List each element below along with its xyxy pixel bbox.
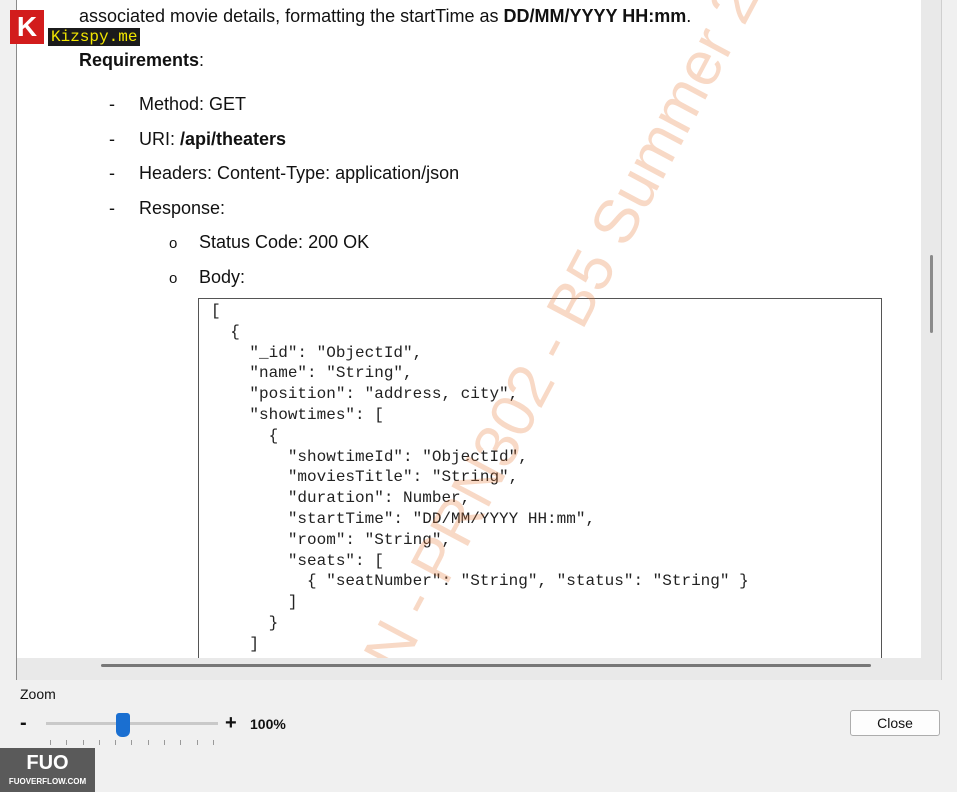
- site-logo-text: Kizspy.me: [48, 28, 141, 46]
- vertical-scrollbar[interactable]: [930, 255, 933, 333]
- sub-item-status: o Status Code: 200 OK: [169, 232, 370, 252]
- requirements-title: Requirements: [79, 50, 200, 70]
- intro-end: .: [686, 6, 692, 26]
- item-value: GET: [209, 94, 247, 114]
- list-item-headers: - Headers: Content-Type: application/json: [109, 163, 460, 183]
- close-button[interactable]: Close: [850, 710, 940, 736]
- intro-format: DD/MM/YYYY HH:mm: [503, 6, 687, 26]
- zoom-in-button[interactable]: +: [225, 712, 237, 735]
- document-page: associated movie details, formatting the…: [17, 0, 921, 658]
- code-text: [ { "_id": "ObjectId", "name": "String",…: [211, 302, 749, 653]
- corner-logo: FUO FUOVERFLOW.COM: [0, 748, 95, 792]
- site-logo-icon: K: [10, 10, 44, 44]
- zoom-value: 100%: [250, 716, 286, 732]
- sub-item-body: o Body:: [169, 267, 246, 287]
- list-item-method: - Method: GET: [109, 94, 247, 114]
- zoom-out-button[interactable]: -: [20, 712, 27, 735]
- horizontal-scrollbar[interactable]: [101, 664, 871, 667]
- sub-item-label: Body:: [199, 267, 246, 287]
- sub-item-label: Status Code: 200 OK: [199, 232, 370, 252]
- document-viewer[interactable]: associated movie details, formatting the…: [16, 0, 942, 680]
- zoom-slider-ticks: [50, 740, 214, 746]
- list-item-response: - Response:: [109, 198, 226, 218]
- item-label: Response:: [139, 198, 226, 218]
- zoom-slider-thumb[interactable]: [116, 713, 131, 737]
- item-label: Method:: [139, 94, 210, 114]
- zoom-label: Zoom: [20, 686, 56, 702]
- intro-paragraph: associated movie details, formatting the…: [79, 6, 691, 27]
- requirements-colon: :: [199, 50, 205, 70]
- corner-logo-small: FUOVERFLOW.COM: [8, 777, 87, 786]
- item-value: /api/theaters: [180, 129, 287, 149]
- intro-text: associated movie details, formatting the…: [79, 6, 504, 26]
- item-label: URI:: [139, 129, 181, 149]
- requirements-heading: Requirements:: [79, 50, 204, 71]
- item-value: Content-Type: application/json: [217, 163, 460, 183]
- list-item-uri: - URI: /api/theaters: [109, 129, 287, 149]
- corner-logo-big: FUO: [26, 752, 69, 774]
- zoom-slider-track[interactable]: [46, 722, 218, 725]
- item-label: Headers:: [139, 163, 218, 183]
- code-block: [ { "_id": "ObjectId", "name": "String",…: [198, 298, 882, 658]
